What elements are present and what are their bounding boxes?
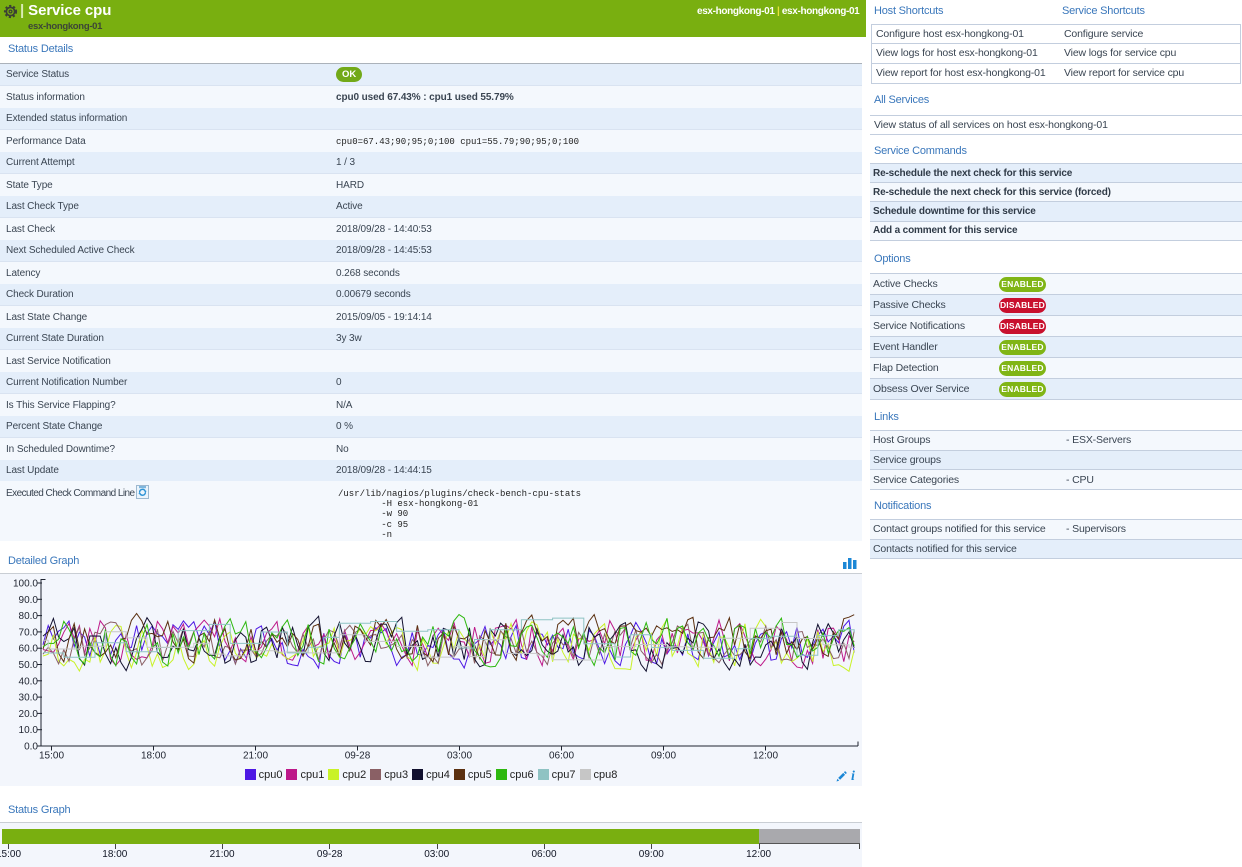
svg-text:21:00: 21:00 — [243, 751, 268, 762]
svg-text:09-28: 09-28 — [345, 751, 371, 762]
svg-text:09:00: 09:00 — [651, 751, 676, 762]
svg-text:40.0: 40.0 — [19, 676, 39, 687]
svg-text:30.0: 30.0 — [19, 693, 39, 704]
svg-text:18:00: 18:00 — [141, 751, 166, 762]
svg-text:90.0: 90.0 — [19, 595, 39, 606]
svg-text:06:00: 06:00 — [549, 751, 574, 762]
svg-text:70.0: 70.0 — [19, 627, 39, 638]
svg-text:10.0: 10.0 — [19, 725, 39, 736]
svg-text:80.0: 80.0 — [19, 611, 39, 622]
svg-text:50.0: 50.0 — [19, 660, 39, 671]
svg-text:15:00: 15:00 — [39, 751, 64, 762]
svg-text:20.0: 20.0 — [19, 709, 39, 720]
svg-text:03:00: 03:00 — [447, 751, 472, 762]
svg-text:60.0: 60.0 — [19, 644, 39, 655]
svg-text:100.0: 100.0 — [13, 579, 38, 590]
svg-text:0.0: 0.0 — [24, 742, 38, 753]
svg-text:12:00: 12:00 — [753, 751, 778, 762]
